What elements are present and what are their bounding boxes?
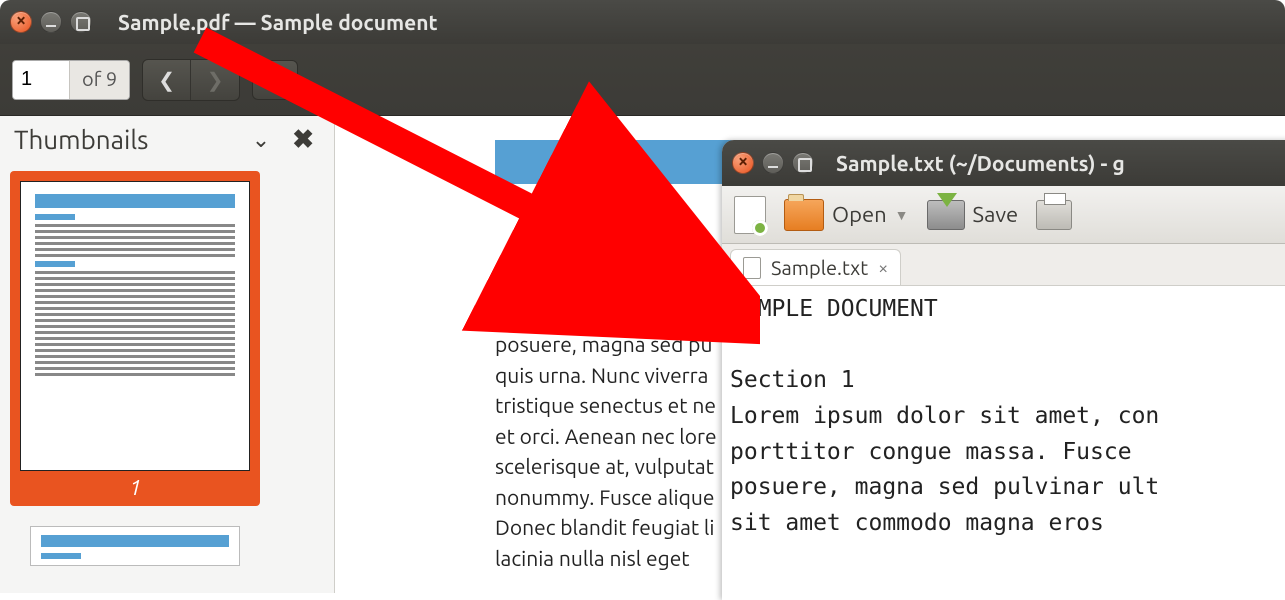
sidebar-close-button[interactable]: ✖ (286, 124, 320, 155)
txt-tabbar: Sample.txt × (722, 244, 1285, 286)
next-page-button[interactable]: ❯ (191, 60, 239, 100)
txt-editor-content[interactable]: SAMPLE DOCUMENT Section 1 Lorem ipsum do… (722, 286, 1285, 547)
search-button[interactable] (252, 60, 298, 100)
thumbnails-sidebar: Thumbnails ⌄ ✖ 1 (0, 116, 335, 593)
chevron-right-icon: ❯ (207, 68, 224, 92)
txt-window-minimize-button[interactable] (762, 152, 784, 174)
txt-tab-sample[interactable]: Sample.txt × (730, 249, 901, 285)
tab-label: Sample.txt (771, 256, 868, 279)
sidebar-header: Thumbnails ⌄ ✖ (0, 116, 334, 165)
txt-toolbar: Open ▼ Save (722, 186, 1285, 244)
open-file-button[interactable]: Open ▼ (784, 199, 909, 231)
open-dropdown-icon[interactable]: ▼ (895, 207, 909, 223)
document-icon (743, 257, 761, 279)
print-button[interactable] (1036, 200, 1072, 230)
prev-page-button[interactable]: ❮ (143, 60, 191, 100)
folder-open-icon (784, 199, 824, 231)
search-icon (264, 69, 286, 91)
page-number-box: of 9 (12, 60, 130, 100)
pdf-titlebar: Sample.pdf — Sample document (0, 0, 1285, 44)
save-icon (927, 200, 965, 230)
pdf-window-title: Sample.pdf — Sample document (118, 10, 438, 34)
save-file-button[interactable]: Save (927, 200, 1019, 230)
txt-titlebar: Sample.txt (~/Documents) - g (722, 140, 1285, 186)
new-file-icon (734, 196, 766, 234)
tab-close-button[interactable]: × (878, 258, 888, 278)
page-total-label: of 9 (69, 61, 129, 99)
window-maximize-button[interactable] (70, 11, 92, 33)
new-file-button[interactable] (734, 196, 766, 234)
txt-window-title: Sample.txt (~/Documents) - g (836, 151, 1125, 175)
txt-window-maximize-button[interactable] (792, 152, 814, 174)
thumbnail-1-preview (20, 181, 250, 471)
text-editor-window: Sample.txt (~/Documents) - g Open ▼ Save… (722, 140, 1285, 600)
pdf-toolbar: of 9 ❮ ❯ (0, 44, 1285, 116)
print-icon (1036, 200, 1072, 230)
page-nav-group: ❮ ❯ (142, 59, 240, 101)
thumbnail-1[interactable]: 1 (10, 171, 260, 506)
document-header-bar (495, 140, 755, 184)
thumbnail-1-number: 1 (20, 471, 250, 502)
window-minimize-button[interactable] (40, 11, 62, 33)
window-close-button[interactable] (10, 11, 32, 33)
save-label: Save (973, 202, 1019, 227)
sidebar-collapse-button[interactable]: ⌄ (246, 127, 276, 153)
txt-window-close-button[interactable] (732, 152, 754, 174)
page-number-input[interactable] (13, 61, 69, 99)
chevron-left-icon: ❮ (158, 68, 175, 92)
open-label: Open (832, 202, 887, 227)
chevron-down-icon: ⌄ (252, 127, 270, 152)
thumbnail-2[interactable] (30, 526, 240, 566)
document-body-text: Lorem ipsum dolor sit a posuere, magna s… (495, 299, 755, 573)
thumbnail-list: 1 (0, 165, 334, 572)
close-icon: ✖ (292, 124, 314, 153)
sidebar-title: Thumbnails (14, 125, 236, 154)
